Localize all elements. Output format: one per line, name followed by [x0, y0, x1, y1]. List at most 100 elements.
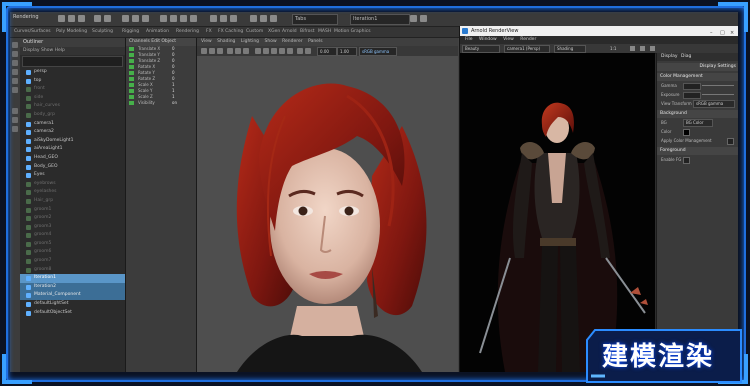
outliner-item[interactable]: defaultObjectSet	[20, 309, 125, 318]
outliner-item[interactable]: body_grp	[20, 111, 125, 120]
outliner-item[interactable]: Hair_grp	[20, 197, 125, 206]
new-scene-icon[interactable]	[58, 15, 65, 22]
shelf-tab[interactable]: XGen	[268, 29, 280, 34]
image-plane-icon[interactable]	[217, 48, 223, 54]
shelf-tab[interactable]: FX Caching	[218, 29, 243, 34]
redo-icon[interactable]	[104, 15, 111, 22]
xray-icon[interactable]	[305, 48, 311, 54]
exposure-slider[interactable]	[702, 94, 734, 95]
channel-box-header[interactable]: Channels Edit Object	[126, 38, 196, 46]
outliner-item[interactable]: groom3	[20, 223, 125, 232]
shelf-tab[interactable]: Rendering	[176, 29, 199, 34]
undo-icon[interactable]	[94, 15, 101, 22]
render-stop-icon[interactable]	[640, 46, 645, 51]
render-start-icon[interactable]	[630, 46, 635, 51]
lights-icon[interactable]	[279, 48, 285, 54]
camera-dropdown[interactable]: camera1 (Persp)	[504, 45, 550, 53]
scale-tool-icon[interactable]	[12, 87, 18, 93]
viewport-menu-panels[interactable]: Panels	[308, 39, 322, 44]
shelf-tab[interactable]: Poly Modeling	[56, 29, 87, 34]
outliner-item[interactable]: groom7	[20, 257, 125, 266]
outliner-item[interactable]: camera1	[20, 120, 125, 129]
shelf-tab[interactable]: Motion Graphics	[334, 29, 371, 34]
outliner-item[interactable]: eyebrows	[20, 180, 125, 189]
snap-view-icon[interactable]	[190, 15, 197, 22]
outliner-item[interactable]: groom5	[20, 240, 125, 249]
save-scene-icon[interactable]	[78, 15, 85, 22]
outliner-item[interactable]: groom6	[20, 248, 125, 257]
outliner-item[interactable]: hair_curves	[20, 102, 125, 111]
color-management-section[interactable]: Color Management	[657, 73, 738, 81]
paint-select-icon[interactable]	[12, 60, 18, 66]
grid-toggle-icon[interactable]	[227, 48, 233, 54]
move-tool-icon[interactable]	[12, 69, 18, 75]
tab-display[interactable]: Display	[661, 53, 678, 61]
smooth-shade-icon[interactable]	[263, 48, 269, 54]
select-hierarchy-icon[interactable]	[122, 15, 129, 22]
render-settings-icon[interactable]	[230, 15, 237, 22]
channel-row[interactable]: Visibility on	[126, 100, 196, 106]
arnold-menu-file[interactable]: File	[465, 37, 473, 42]
select-component-icon[interactable]	[142, 15, 149, 22]
quick-search-field[interactable]: Iteration1	[350, 14, 410, 25]
shelf-tab[interactable]: Animation	[146, 29, 169, 34]
isolate-select-icon[interactable]	[297, 48, 303, 54]
camera-attributes-icon[interactable]	[201, 48, 207, 54]
uv-editor-icon[interactable]	[260, 15, 267, 22]
exposure-input[interactable]	[683, 92, 701, 99]
lasso-tool-icon[interactable]	[12, 51, 18, 57]
viewport-menu-shading[interactable]: Shading	[217, 39, 235, 44]
shading-dropdown[interactable]: Shading	[554, 45, 586, 53]
select-object-icon[interactable]	[132, 15, 139, 22]
apply-cm-checkbox[interactable]	[727, 138, 734, 145]
viewport-menu-lighting[interactable]: Lighting	[241, 39, 259, 44]
gamma-field[interactable]: 1.00	[337, 47, 357, 56]
film-gate-icon[interactable]	[235, 48, 241, 54]
bookmark-icon[interactable]	[209, 48, 215, 54]
snapshot-icon[interactable]	[650, 46, 655, 51]
open-scene-icon[interactable]	[68, 15, 75, 22]
outliner-layout-icon[interactable]	[12, 126, 18, 132]
outliner-item[interactable]: top	[20, 77, 125, 86]
channel-value[interactable]: on	[172, 100, 177, 106]
shelf-tab[interactable]: Arnold	[282, 29, 297, 34]
bg-dropdown[interactable]: BG Color	[683, 119, 713, 127]
outliner-item[interactable]: persp	[20, 68, 125, 77]
shelf-tab[interactable]: MASH	[318, 29, 331, 34]
outliner-item[interactable]: aiAreaLight1	[20, 145, 125, 154]
snap-grid-icon[interactable]	[160, 15, 167, 22]
shelf-tab[interactable]: Custom	[246, 29, 263, 34]
resolution-gate-icon[interactable]	[243, 48, 249, 54]
outliner-item[interactable]: Head_GEO	[20, 154, 125, 163]
gamma-slider[interactable]	[702, 85, 734, 86]
outliner-item[interactable]: groom4	[20, 231, 125, 240]
view-transform-dropdown[interactable]: sRGB gamma	[693, 100, 735, 108]
foreground-section[interactable]: Foreground	[657, 147, 738, 155]
hypershade-icon[interactable]	[250, 15, 257, 22]
viewport-menu-view[interactable]: View	[201, 39, 212, 44]
snap-curve-icon[interactable]	[170, 15, 177, 22]
arnold-menu-render[interactable]: Render	[520, 37, 536, 42]
outliner-item[interactable]: aiSkyDomeLight1	[20, 137, 125, 146]
arnold-render-image[interactable]	[460, 53, 655, 372]
four-view-icon[interactable]	[12, 117, 18, 123]
exposure-field[interactable]: 0.00	[317, 47, 337, 56]
outliner-search-input[interactable]	[22, 56, 123, 67]
outliner-item[interactable]: groom2	[20, 214, 125, 223]
outliner-item[interactable]: groom8	[20, 266, 125, 275]
snap-point-icon[interactable]	[180, 15, 187, 22]
select-tool-icon[interactable]	[12, 42, 18, 48]
outliner-item[interactable]: front	[20, 85, 125, 94]
outliner-item[interactable]: camera2	[20, 128, 125, 137]
background-section[interactable]: Background	[657, 110, 738, 118]
arnold-menu-view[interactable]: View	[503, 37, 514, 42]
bg-color-swatch[interactable]	[683, 129, 690, 136]
shelf-tab[interactable]: Bifrost	[300, 29, 315, 34]
outliner-item[interactable]: eyelashes	[20, 188, 125, 197]
minimize-icon[interactable]: –	[710, 28, 713, 38]
textured-icon[interactable]	[271, 48, 277, 54]
colorspace-dropdown[interactable]: sRGB gamma	[359, 47, 397, 56]
single-view-icon[interactable]	[12, 108, 18, 114]
shelf-tab[interactable]: FX	[206, 29, 212, 34]
outliner-item[interactable]: defaultLightSet	[20, 300, 125, 309]
